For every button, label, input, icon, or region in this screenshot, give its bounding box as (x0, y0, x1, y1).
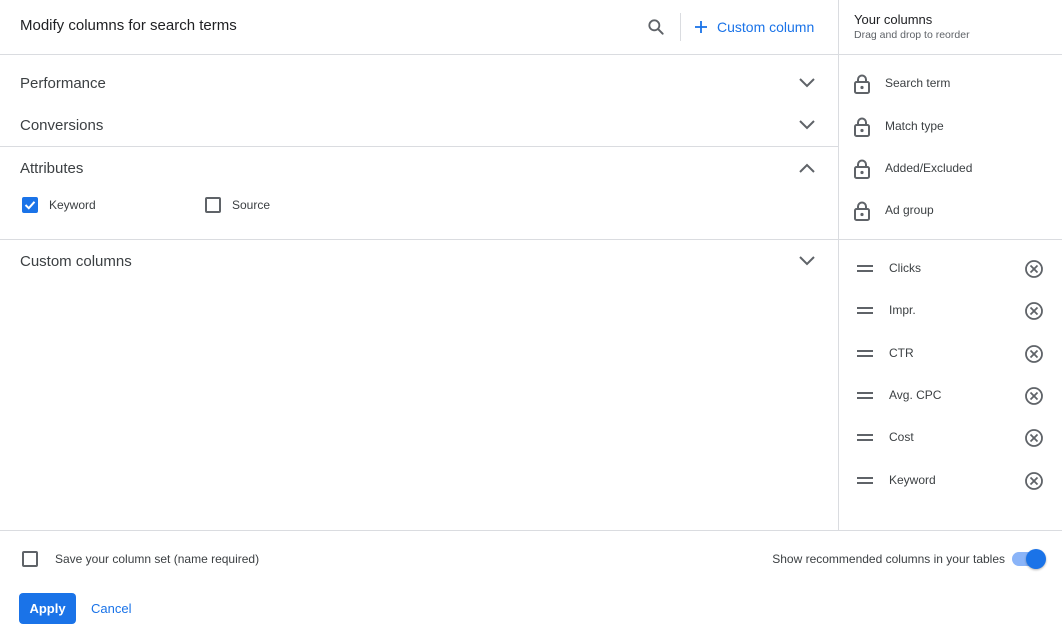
movable-column-item[interactable]: Clicks (839, 253, 1062, 285)
chevron-down-icon (799, 256, 815, 266)
section-label: Attributes (20, 160, 84, 177)
option-keyword[interactable]: Keyword (22, 197, 96, 213)
column-label: Impr. (889, 303, 916, 317)
apply-button[interactable]: Apply (19, 593, 76, 624)
your-columns-pane: Your columns Drag and drop to reorder Se… (838, 0, 1062, 530)
source-checkbox-label: Source (232, 198, 271, 212)
remove-circle-icon[interactable] (1024, 259, 1044, 279)
column-label: CTR (889, 346, 914, 360)
lock-icon (854, 117, 870, 137)
lock-icon (854, 74, 870, 94)
save-column-set-label: Save your column set (name required) (55, 552, 260, 566)
lock-icon (854, 201, 870, 221)
show-recommended-toggle[interactable] (1011, 549, 1046, 569)
locked-column-item: Ad group (839, 195, 1062, 227)
movable-column-item[interactable]: Cost (839, 422, 1062, 454)
movable-column-item[interactable]: Avg. CPC (839, 380, 1062, 412)
chevron-down-icon (799, 120, 815, 130)
lock-icon (854, 159, 870, 179)
remove-circle-icon[interactable] (1024, 428, 1044, 448)
section-label: Performance (20, 75, 106, 92)
movable-column-item[interactable]: Impr. (839, 295, 1062, 327)
column-label: Ad group (885, 203, 934, 217)
locked-column-item: Search term (839, 68, 1062, 100)
remove-circle-icon[interactable] (1024, 471, 1044, 491)
custom-column-label: Custom column (717, 19, 815, 35)
locked-divider (839, 239, 1062, 240)
section-label: Conversions (20, 117, 104, 134)
keyword-checkbox[interactable] (22, 197, 38, 213)
drag-handle-icon[interactable] (857, 350, 873, 358)
column-label: Match type (885, 119, 944, 133)
custom-column-button[interactable]: Custom column (694, 15, 814, 39)
drag-handle-icon[interactable] (857, 477, 873, 485)
search-button[interactable] (642, 13, 670, 41)
chevron-up-icon (799, 163, 815, 173)
column-label: Avg. CPC (889, 388, 942, 402)
section-performance[interactable]: Performance (0, 63, 838, 103)
search-icon (648, 19, 664, 35)
checkmark-icon (24, 201, 36, 210)
drag-handle-icon[interactable] (857, 392, 873, 400)
chevron-down-icon (799, 78, 815, 88)
column-label: Search term (885, 76, 951, 90)
plus-icon (695, 21, 707, 33)
column-label: Added/Excluded (885, 161, 973, 175)
show-recommended-label: Show recommended columns in your tables (772, 552, 1005, 566)
drag-handle-icon[interactable] (857, 265, 873, 273)
your-columns-subtitle: Drag and drop to reorder (854, 29, 970, 41)
dialog-title: Modify columns for search terms (20, 17, 237, 34)
source-checkbox[interactable] (205, 197, 221, 213)
section-conversions[interactable]: Conversions (0, 105, 838, 145)
locked-column-item: Added/Excluded (839, 153, 1062, 185)
toggle-knob (1026, 549, 1046, 569)
save-column-set-checkbox[interactable] (22, 551, 38, 567)
movable-column-item[interactable]: Keyword (839, 465, 1062, 497)
your-columns-header: Your columns Drag and drop to reorder (839, 0, 1062, 55)
header-separator (680, 13, 681, 41)
column-label: Keyword (889, 473, 936, 487)
footer-divider (0, 530, 1062, 531)
movable-column-item[interactable]: CTR (839, 338, 1062, 370)
cancel-button[interactable]: Cancel (84, 593, 138, 624)
section-custom-columns[interactable]: Custom columns (0, 241, 838, 281)
section-label: Custom columns (20, 253, 132, 270)
keyword-checkbox-label: Keyword (49, 198, 96, 212)
section-divider (0, 146, 838, 147)
drag-handle-icon[interactable] (857, 434, 873, 442)
remove-circle-icon[interactable] (1024, 386, 1044, 406)
section-divider (0, 239, 838, 240)
drag-handle-icon[interactable] (857, 307, 873, 315)
remove-circle-icon[interactable] (1024, 344, 1044, 364)
section-attributes[interactable]: Attributes (0, 148, 838, 188)
option-source[interactable]: Source (205, 197, 270, 213)
locked-column-item: Match type (839, 111, 1062, 143)
your-columns-title: Your columns (854, 12, 933, 27)
dialog-header: Modify columns for search terms Custom c… (0, 0, 838, 55)
column-label: Clicks (889, 261, 921, 275)
column-label: Cost (889, 430, 914, 444)
column-picker-pane: Modify columns for search terms Custom c… (0, 0, 838, 530)
remove-circle-icon[interactable] (1024, 301, 1044, 321)
